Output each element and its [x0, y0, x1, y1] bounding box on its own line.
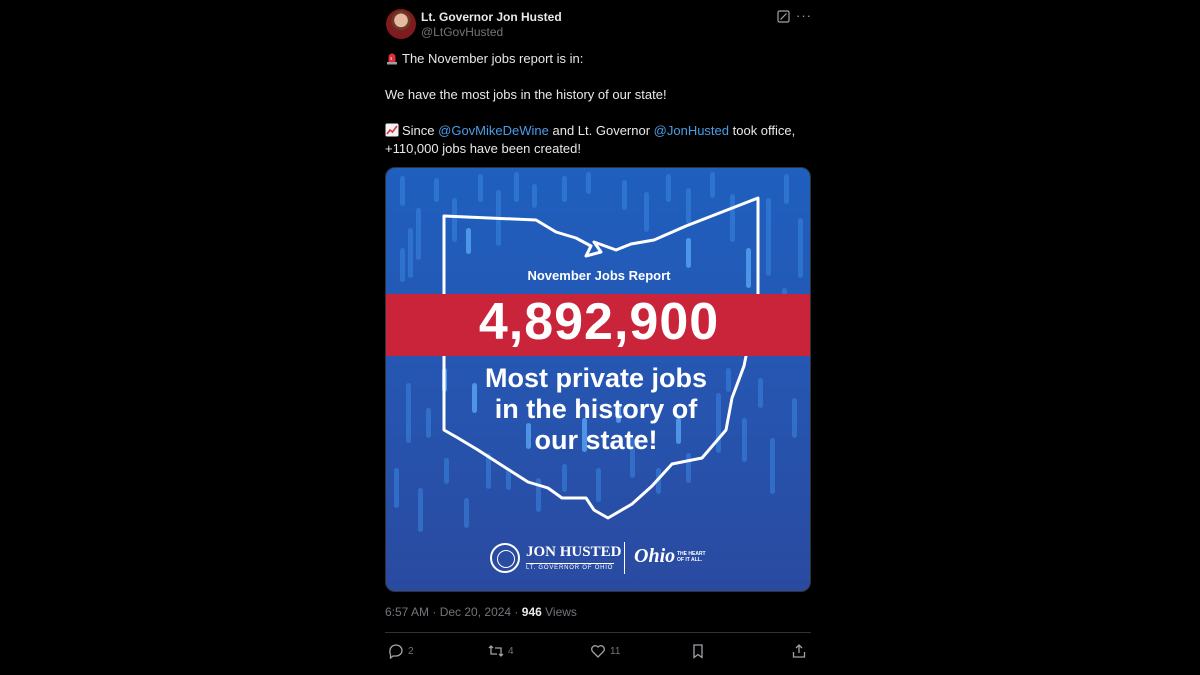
- bookmark-button[interactable]: [690, 642, 706, 660]
- mention-govmikedewine[interactable]: @GovMikeDeWine: [438, 123, 549, 138]
- avatar[interactable]: [386, 9, 416, 39]
- tweet-line-3-prefix: Since: [402, 123, 439, 138]
- author-display-name[interactable]: Lt. Governor Jon Husted: [421, 10, 562, 24]
- repost-count: 4: [508, 645, 514, 657]
- headline-line-3: our state!: [534, 425, 658, 455]
- tweet-line-1: The November jobs report is in:: [402, 51, 584, 66]
- like-count: 11: [610, 645, 621, 657]
- like-icon: [591, 645, 605, 658]
- logo-row: JON HUSTED LT. GOVERNOR OF OHIO Ohio THE…: [486, 542, 716, 576]
- report-title: November Jobs Report: [527, 268, 671, 283]
- like-button[interactable]: 11: [590, 642, 620, 660]
- repost-button[interactable]: 4: [488, 642, 514, 660]
- views-label: Views: [541, 605, 577, 619]
- tweet-header: Lt. Governor Jon Husted @LtGovHusted ···: [385, 6, 811, 42]
- reply-button[interactable]: 2: [388, 642, 414, 660]
- grok-icon[interactable]: [777, 10, 790, 23]
- reply-icon: [389, 644, 403, 659]
- ohio-tagline-2: OF IT ALL.: [677, 557, 703, 563]
- tweet-time[interactable]: 6:57 AM: [385, 605, 429, 619]
- police-light-emoji: [387, 53, 397, 65]
- tweet-line-4: +110,000 jobs have been created!: [385, 141, 581, 156]
- logo-name: JON HUSTED: [526, 544, 622, 560]
- tweet-line-3-mid: and Lt. Governor: [548, 123, 654, 138]
- action-bar: 2 4 11: [385, 642, 811, 662]
- share-button[interactable]: [791, 642, 807, 660]
- chart-increasing-emoji: [385, 123, 399, 137]
- headline-line-1: Most private jobs: [484, 363, 708, 393]
- mention-jonhusted[interactable]: @JonHusted: [654, 123, 729, 138]
- bookmark-icon: [693, 644, 703, 659]
- media-headline: Most private jobs in the history of our …: [446, 363, 746, 456]
- tweet-media-image[interactable]: November Jobs Report 4,892,900 Most priv…: [385, 167, 811, 592]
- ohio-tagline: THE HEART OF IT ALL.: [677, 551, 711, 563]
- logo-divider: [624, 542, 625, 574]
- meta-separator-2: ·: [511, 605, 522, 619]
- tweet-date[interactable]: Dec 20, 2024: [440, 605, 511, 619]
- logo-subtitle: LT. GOVERNOR OF OHIO: [526, 563, 614, 571]
- tweet-text: The November jobs report is in: We have …: [385, 50, 811, 158]
- tweet-line-3-suffix: took office,: [729, 123, 796, 138]
- author-handle[interactable]: @LtGovHusted: [421, 25, 503, 39]
- tweet-meta: 6:57 AM · Dec 20, 2024 · 946 Views: [385, 605, 577, 619]
- ohio-logo: Ohio: [634, 545, 676, 567]
- meta-separator: ·: [429, 605, 440, 619]
- share-icon: [792, 644, 806, 658]
- more-icon[interactable]: ···: [796, 9, 812, 22]
- reply-count: 2: [408, 645, 414, 657]
- tweet-line-2: We have the most jobs in the history of …: [385, 87, 667, 102]
- headline-line-2: in the history of: [494, 394, 698, 424]
- ohio-seal-icon: [490, 543, 520, 573]
- views-count: 946: [521, 605, 542, 619]
- divider: [385, 632, 811, 633]
- jobs-count: 4,892,900: [478, 293, 720, 351]
- repost-icon: [488, 645, 504, 657]
